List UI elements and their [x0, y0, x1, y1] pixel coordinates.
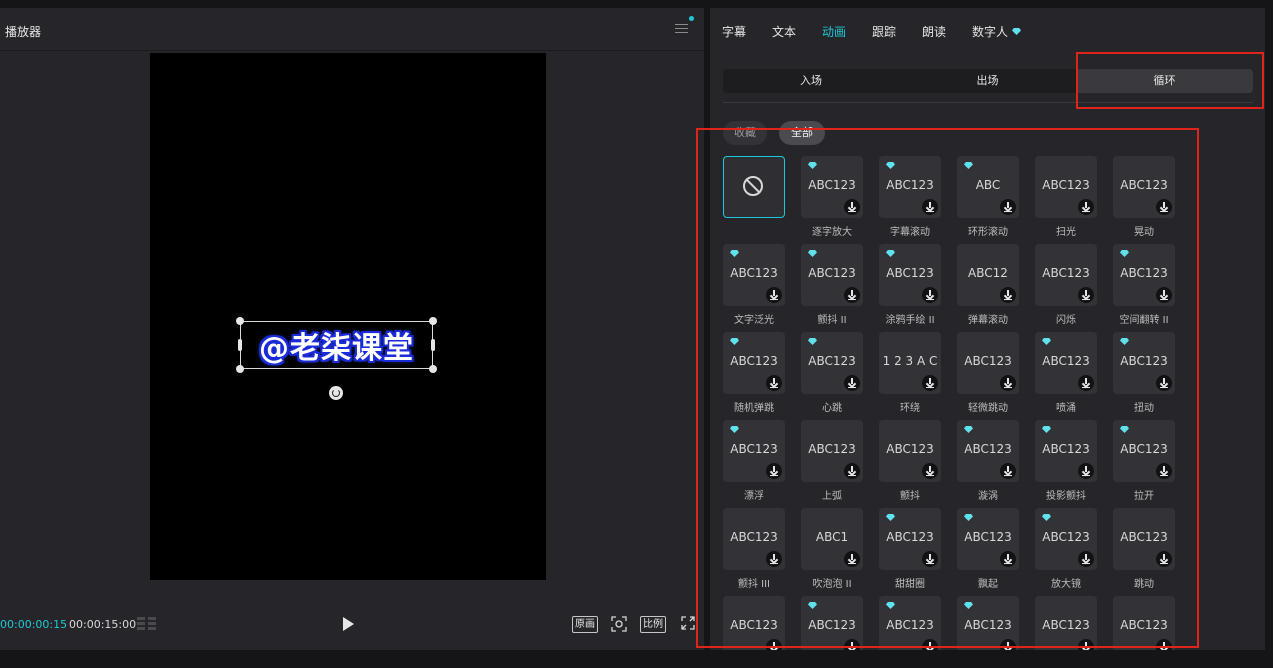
- aspect-ratio-button[interactable]: 比例: [640, 616, 666, 633]
- resize-handle-top-left[interactable]: [236, 317, 244, 325]
- notification-dot: [689, 16, 694, 21]
- player-title: 播放器: [5, 25, 42, 39]
- total-time: 00:00:15:00: [69, 618, 137, 631]
- tab-tracking[interactable]: 跟踪: [872, 23, 896, 40]
- timeline-grid-icon[interactable]: [136, 616, 158, 632]
- menu-icon[interactable]: [675, 24, 688, 34]
- fullscreen-icon[interactable]: [681, 616, 695, 630]
- tab-animation[interactable]: 动画: [822, 23, 846, 40]
- tab-read-aloud[interactable]: 朗读: [922, 23, 946, 40]
- focus-icon[interactable]: [611, 616, 627, 632]
- resize-handle-bottom-left[interactable]: [236, 365, 244, 373]
- tab-digital-human-label: 数字人: [972, 25, 1009, 39]
- rotate-icon[interactable]: [329, 386, 343, 400]
- tab-subtitle[interactable]: 字幕: [722, 23, 746, 40]
- tab-text[interactable]: 文本: [772, 23, 796, 40]
- player-panel: 播放器 @老柒课堂 00:00:00:15 00:00:15:00 原画 比例: [0, 8, 704, 650]
- annotation-box-grid: [696, 128, 1199, 648]
- play-button[interactable]: [343, 617, 354, 631]
- preview-canvas[interactable]: @老柒课堂: [150, 53, 546, 580]
- player-header: 播放器: [0, 8, 704, 51]
- tab-digital-human[interactable]: 数字人: [972, 23, 1022, 40]
- segment-in[interactable]: 入场: [723, 69, 899, 93]
- overlay-text: @老柒课堂: [259, 331, 414, 366]
- inspector-tabs: 字幕 文本 动画 跟踪 朗读 数字人: [710, 8, 1265, 50]
- resize-handle-left[interactable]: [238, 339, 242, 351]
- segment-out[interactable]: 出场: [899, 69, 1076, 93]
- text-selection-box[interactable]: @老柒课堂: [236, 317, 437, 373]
- current-time: 00:00:00:15: [0, 618, 68, 631]
- bottom-toolbar: [0, 650, 1273, 668]
- resize-handle-top-right[interactable]: [429, 317, 437, 325]
- resize-handle-bottom-right[interactable]: [429, 365, 437, 373]
- original-quality-button[interactable]: 原画: [572, 616, 598, 633]
- annotation-box-loop: [1076, 52, 1264, 109]
- resize-handle-right[interactable]: [431, 339, 435, 351]
- diamond-icon: [1012, 28, 1022, 35]
